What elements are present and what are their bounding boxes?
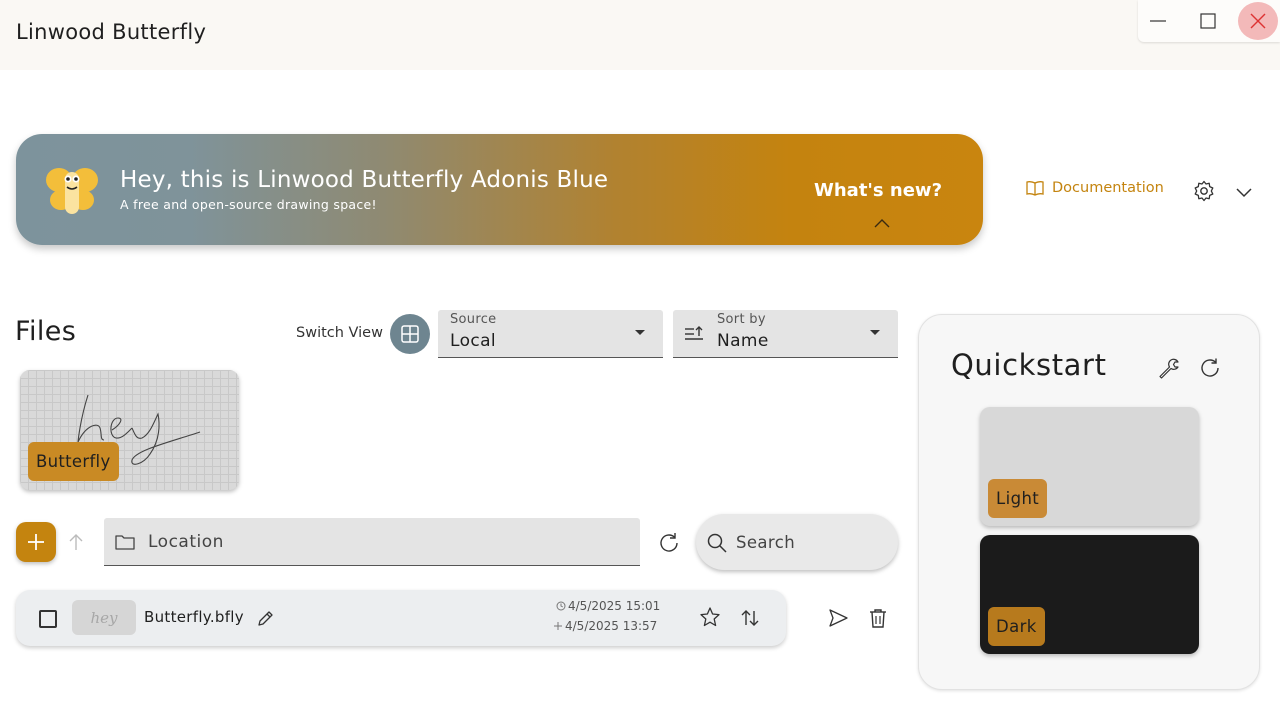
file-list-row[interactable]: hey Butterfly.bfly 4/5/2025 15:01 4/5/20…	[16, 590, 786, 646]
quickstart-panel: Quickstart Light Dark	[918, 314, 1260, 690]
send-icon[interactable]	[827, 607, 849, 629]
dropdown-caret-icon	[635, 330, 645, 335]
file-thumbnail: hey	[72, 600, 136, 635]
gear-icon[interactable]	[1192, 179, 1216, 203]
welcome-banner: Hey, this is Linwood Butterfly Adonis Bl…	[16, 134, 983, 245]
search-bar[interactable]	[696, 514, 898, 570]
refresh-icon[interactable]	[1199, 357, 1221, 379]
location-field[interactable]	[104, 518, 640, 566]
swap-vertical-icon[interactable]	[740, 608, 760, 628]
banner-title: Hey, this is Linwood Butterfly Adonis Bl…	[120, 167, 609, 193]
dropdown-caret-icon	[870, 330, 880, 335]
file-grid-card[interactable]: Butterfly	[20, 370, 239, 490]
source-value: Local	[450, 331, 497, 351]
created-date-text: 4/5/2025 13:57	[565, 619, 658, 633]
plus-icon	[28, 534, 44, 550]
switch-view-label: Switch View	[296, 325, 383, 341]
banner-subtitle: A free and open-source drawing space!	[120, 197, 377, 212]
close-icon	[1250, 13, 1266, 29]
minimize-button[interactable]	[1138, 2, 1178, 40]
sort-value: Name	[717, 331, 769, 351]
plus-small-icon	[554, 622, 562, 630]
refresh-icon[interactable]	[657, 531, 681, 555]
close-button[interactable]	[1238, 2, 1278, 40]
select-checkbox[interactable]	[39, 610, 57, 628]
add-file-button[interactable]	[16, 522, 56, 562]
arrow-up-icon[interactable]	[66, 532, 86, 552]
window-controls	[1138, 0, 1280, 42]
chevron-down-icon[interactable]	[1234, 182, 1254, 202]
documentation-link[interactable]: Documentation	[1026, 180, 1164, 196]
trash-icon[interactable]	[867, 607, 889, 629]
created-date: 4/5/2025 13:57	[553, 619, 657, 633]
chevron-up-icon[interactable]	[874, 218, 890, 228]
switch-view-button[interactable]	[390, 314, 430, 354]
documentation-label: Documentation	[1052, 180, 1164, 196]
star-icon[interactable]	[699, 606, 721, 628]
modified-date: 4/5/2025 15:01	[556, 599, 660, 613]
light-template-label: Light	[988, 479, 1048, 518]
sort-select[interactable]: Sort by Name	[673, 310, 898, 358]
sort-label: Sort by	[717, 312, 766, 327]
file-name: Butterfly.bfly	[144, 608, 244, 626]
source-label: Source	[450, 312, 497, 327]
file-card-label: Butterfly	[28, 442, 119, 481]
sort-icon	[685, 326, 703, 340]
quickstart-title: Quickstart	[951, 348, 1107, 382]
whats-new-button[interactable]: What's new?	[814, 180, 942, 201]
app-title: Linwood Butterfly	[16, 20, 207, 44]
title-bar: Linwood Butterfly	[0, 0, 1280, 70]
location-input[interactable]	[148, 530, 618, 554]
search-icon	[707, 533, 727, 553]
source-select[interactable]: Source Local	[438, 310, 663, 358]
grid-view-icon	[401, 325, 419, 343]
dark-template-label: Dark	[988, 607, 1045, 646]
search-input[interactable]	[736, 530, 886, 554]
maximize-button[interactable]	[1188, 2, 1228, 40]
folder-icon	[115, 535, 135, 550]
light-template-card[interactable]: Light	[980, 407, 1199, 526]
butterfly-logo	[46, 168, 98, 214]
dark-template-card[interactable]: Dark	[980, 535, 1199, 654]
history-icon	[556, 601, 566, 611]
wrench-icon[interactable]	[1157, 357, 1179, 379]
pencil-icon[interactable]	[256, 608, 276, 628]
maximize-icon	[1200, 13, 1216, 29]
minimize-icon	[1150, 20, 1166, 22]
modified-date-text: 4/5/2025 15:01	[568, 599, 661, 613]
book-icon	[1026, 181, 1044, 196]
files-heading: Files	[15, 316, 77, 347]
